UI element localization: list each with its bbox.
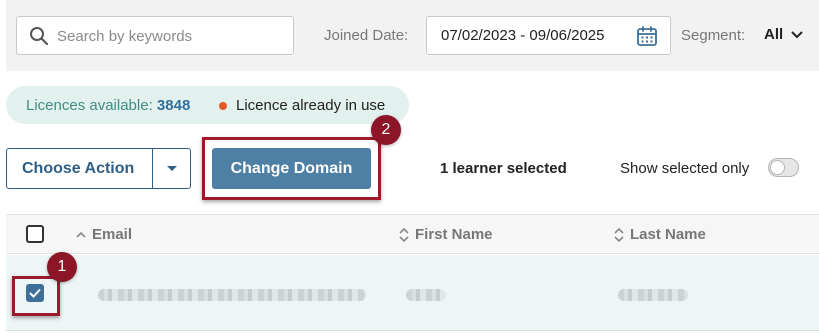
choose-action-dropdown[interactable]: Choose Action (6, 148, 191, 189)
show-selected-label: Show selected only (620, 160, 750, 177)
step-badge-2: 2 (371, 115, 401, 145)
sort-icon (399, 227, 409, 242)
step-badge-1: 1 (47, 252, 77, 282)
search-box[interactable] (16, 16, 294, 55)
table-header: Email First Name Last Name (6, 214, 819, 254)
licences-available-count: 3848 (156, 97, 191, 114)
sort-icon (614, 227, 624, 242)
row-checkbox[interactable] (26, 284, 44, 302)
choose-action-label[interactable]: Choose Action (7, 149, 153, 188)
date-range-picker[interactable]: 07/02/2023 - 09/06/2025 (426, 16, 671, 55)
joined-date-label: Joined Date: (324, 27, 409, 44)
chevron-down-icon (791, 30, 803, 38)
column-header-last-name[interactable]: Last Name (614, 226, 706, 243)
segment-value: All (764, 26, 784, 43)
selected-count: 1 learner selected (440, 160, 567, 177)
blurred-first-name (406, 289, 446, 301)
sort-up-icon (76, 231, 86, 238)
caret-down-icon[interactable] (153, 149, 190, 188)
licences-available: Licences available: 3848 (26, 97, 190, 114)
column-header-email[interactable]: Email (76, 226, 132, 243)
column-label-first-name: First Name (415, 226, 493, 243)
select-all-checkbox[interactable] (26, 225, 44, 243)
licence-status: Licences available: 3848 Licence already… (6, 86, 409, 124)
status-dot (219, 102, 227, 110)
segment-select[interactable]: All (764, 26, 803, 43)
calendar-icon[interactable] (636, 25, 658, 47)
licences-available-label: Licences available: (26, 97, 153, 114)
show-selected-toggle[interactable] (768, 158, 799, 177)
filter-bar: Joined Date: 07/02/2023 - 09/06/2025 Seg… (6, 0, 819, 71)
segment-label: Segment: (681, 27, 746, 44)
date-range-value: 07/02/2023 - 09/06/2025 (441, 27, 605, 44)
search-input[interactable] (57, 25, 287, 47)
licence-in-use-label: Licence already in use (236, 97, 386, 114)
column-label-last-name: Last Name (630, 226, 706, 243)
column-header-first-name[interactable]: First Name (399, 226, 493, 243)
checkmark-icon (29, 288, 41, 298)
blurred-last-name (618, 289, 688, 301)
column-label-email: Email (92, 226, 133, 243)
search-icon (30, 27, 49, 46)
blurred-email (98, 289, 366, 301)
change-domain-button[interactable]: Change Domain (212, 148, 371, 189)
toggle-knob (770, 160, 785, 175)
